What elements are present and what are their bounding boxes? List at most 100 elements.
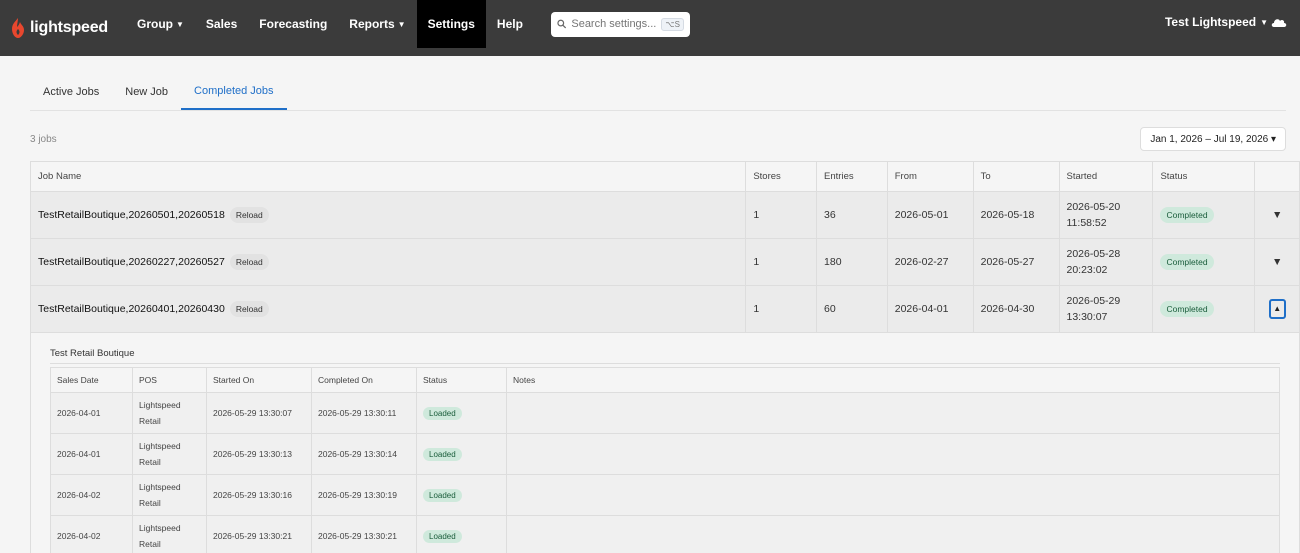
tab-active-jobs[interactable]: Active Jobs <box>30 81 112 110</box>
nav-item-settings[interactable]: Settings <box>416 0 486 48</box>
user-menu[interactable]: Test Lightspeed ▼ <box>1165 15 1288 29</box>
nav-label: Settings <box>427 17 475 31</box>
status-badge: Loaded <box>423 529 462 543</box>
started-on-cell: 2026-05-29 13:30:13 <box>206 433 312 475</box>
notes-cell <box>506 474 1280 516</box>
status-cell: Completed <box>1152 191 1256 239</box>
pos-line: Lightspeed <box>139 523 181 533</box>
chevron-down-icon: ▼ <box>1272 209 1283 221</box>
stores-cell: 1 <box>745 285 818 333</box>
from-cell: 2026-04-01 <box>886 285 974 333</box>
nav-item-help[interactable]: Help <box>486 0 534 48</box>
pos-cell: Lightspeed Retail <box>132 433 207 475</box>
reload-button[interactable]: Reload <box>229 301 269 317</box>
sales-date-cell: 2026-04-02 <box>50 474 133 516</box>
started-cell: 2026-05-28 20:23:02 <box>1058 238 1154 286</box>
caret-down-icon: ▼ <box>397 19 406 29</box>
started-cell: 2026-05-20 11:58:52 <box>1058 191 1154 239</box>
nav-label: Forecasting <box>259 17 328 31</box>
sub-table-row: 2026-04-01 Lightspeed Retail 2026-05-29 1… <box>50 433 1280 475</box>
col-completed-on: Completed On <box>311 367 417 393</box>
status-badge: Completed <box>1160 207 1214 223</box>
table-row[interactable]: TestRetailBoutique,20260501,20260518 Relo… <box>29 191 1300 239</box>
cloud-icon <box>1271 19 1287 27</box>
started-date: 2026-05-29 <box>1066 295 1121 307</box>
to-cell: 2026-05-18 <box>972 191 1060 239</box>
date-range-picker[interactable]: Jan 1, 2026 – Jul 19, 2026 ▾ <box>1140 127 1286 151</box>
col-notes: Notes <box>506 367 1280 393</box>
status-cell: Completed <box>1152 285 1256 333</box>
store-name: Test Retail Boutique <box>50 343 1280 364</box>
main-nav: Group ▼ Sales Forecasting Reports ▼ Settin… <box>126 0 534 56</box>
table-row[interactable]: TestRetailBoutique,20260401,20260430 Relo… <box>29 285 1300 333</box>
started-time: 20:23:02 <box>1066 264 1108 276</box>
tab-completed-jobs[interactable]: Completed Jobs <box>181 81 287 110</box>
col-toggle <box>1254 161 1300 192</box>
search-input[interactable] <box>571 18 662 30</box>
top-nav-bar: lightspeed Group ▼ Sales Forecasting Repo… <box>0 0 1300 56</box>
settings-search[interactable]: ⌥S <box>550 11 690 37</box>
page-content: Active Jobs New Job Completed Jobs 3 job… <box>0 82 1300 553</box>
pos-line: Retail <box>139 457 161 467</box>
collapse-toggle[interactable]: ▲ <box>1254 285 1300 333</box>
entries-cell: 60 <box>816 285 888 333</box>
notes-cell <box>506 433 1280 475</box>
sales-date-cell: 2026-04-02 <box>50 515 133 553</box>
completed-on-cell: 2026-05-29 13:30:19 <box>311 474 417 516</box>
expand-toggle[interactable]: ▼ <box>1254 191 1300 239</box>
entries-cell: 36 <box>816 191 888 239</box>
job-name-cell: TestRetailBoutique,20260401,20260430 Relo… <box>29 285 747 333</box>
col-started: Started <box>1058 161 1154 192</box>
from-cell: 2026-02-27 <box>886 238 974 286</box>
reload-button[interactable]: Reload <box>229 254 269 270</box>
completed-on-cell: 2026-05-29 13:30:11 <box>311 392 417 434</box>
pos-line: Lightspeed <box>139 482 181 492</box>
started-time: 13:30:07 <box>1066 311 1108 323</box>
tab-new-job[interactable]: New Job <box>112 81 181 110</box>
pos-line: Lightspeed <box>139 441 181 451</box>
reload-button[interactable]: Reload <box>229 207 269 223</box>
col-from: From <box>886 161 974 192</box>
job-name: TestRetailBoutique,20260501,20260518 <box>38 209 225 221</box>
job-name: TestRetailBoutique,20260227,20260527 <box>38 256 225 268</box>
status-cell: Loaded <box>416 515 507 553</box>
completed-on-cell: 2026-05-29 13:30:21 <box>311 515 417 553</box>
status-badge: Loaded <box>423 406 462 420</box>
completed-on-cell: 2026-05-29 13:30:14 <box>311 433 417 475</box>
sales-date-cell: 2026-04-01 <box>50 392 133 434</box>
job-name-cell: TestRetailBoutique,20260501,20260518 Relo… <box>29 191 747 239</box>
started-on-cell: 2026-05-29 13:30:16 <box>206 474 312 516</box>
status-badge: Completed <box>1160 301 1214 317</box>
nav-item-group[interactable]: Group ▼ <box>126 0 195 48</box>
status-cell: Loaded <box>416 474 507 516</box>
col-status: Status <box>416 367 507 393</box>
nav-item-sales[interactable]: Sales <box>195 0 248 48</box>
pos-cell: Lightspeed Retail <box>132 474 207 516</box>
col-to: To <box>972 161 1060 192</box>
job-detail-panel: Test Retail Boutique Sales Date POS Star… <box>38 333 1292 553</box>
pos-line: Retail <box>139 539 161 549</box>
to-cell: 2026-04-30 <box>972 285 1060 333</box>
chevron-up-icon[interactable]: ▲ <box>1268 299 1286 319</box>
pos-cell: Lightspeed Retail <box>132 515 207 553</box>
nav-label: Sales <box>205 17 238 31</box>
pos-line: Retail <box>139 498 161 508</box>
brand-logo[interactable]: lightspeed <box>10 18 114 38</box>
expand-toggle[interactable]: ▼ <box>1254 238 1300 286</box>
entries-cell: 180 <box>816 238 888 286</box>
col-job-name: Job Name <box>29 161 747 192</box>
table-header-row: Job Name Stores Entries From To Started … <box>29 161 1300 192</box>
nav-item-forecasting[interactable]: Forecasting <box>248 0 338 48</box>
job-tabs: Active Jobs New Job Completed Jobs <box>30 82 1286 111</box>
caret-down-icon: ▼ <box>1260 17 1268 27</box>
to-cell: 2026-05-27 <box>972 238 1060 286</box>
jobs-toolbar: 3 jobs Jan 1, 2026 – Jul 19, 2026 ▾ <box>30 127 1286 151</box>
sales-date-cell: 2026-04-01 <box>50 433 133 475</box>
nav-label: Help <box>496 17 523 31</box>
nav-item-reports[interactable]: Reports ▼ <box>338 0 416 48</box>
user-name: Test Lightspeed <box>1164 15 1257 29</box>
chevron-down-icon: ▼ <box>1272 256 1283 268</box>
table-row[interactable]: TestRetailBoutique,20260227,20260527 Relo… <box>29 238 1300 286</box>
started-date: 2026-05-20 <box>1066 201 1121 213</box>
status-cell: Loaded <box>416 433 507 475</box>
